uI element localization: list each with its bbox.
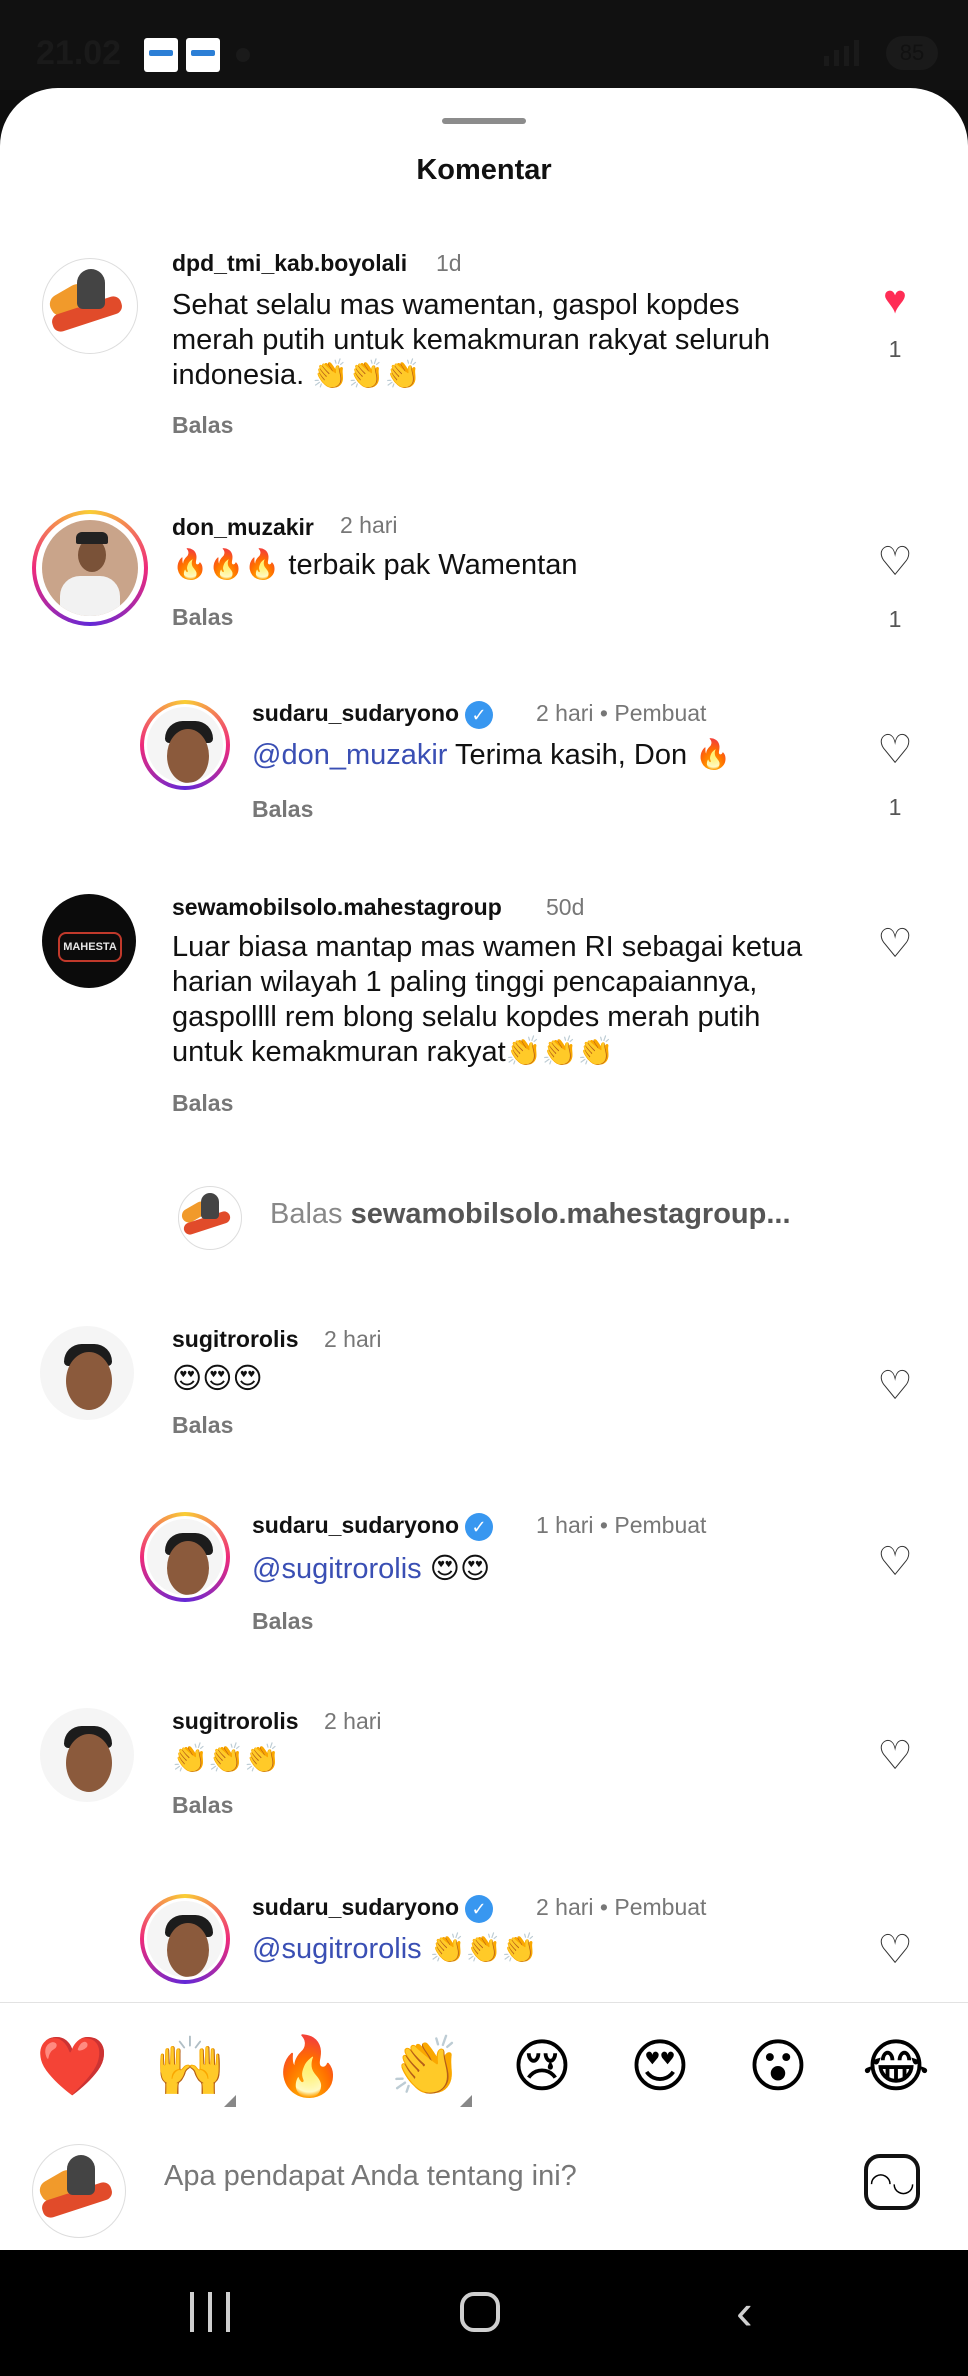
- like-count: 1: [888, 606, 902, 632]
- reply-button[interactable]: Balas: [172, 1412, 233, 1439]
- comment-text: Sehat selalu mas wamentan, gaspol kopdes…: [172, 289, 771, 391]
- reaction-clapping[interactable]: 👏: [390, 2033, 472, 2107]
- avatar[interactable]: [42, 520, 138, 616]
- comment-text: @sugitrorolis 👏👏👏: [252, 1933, 539, 1965]
- notification-icon: [144, 38, 178, 72]
- comment-input-bar: Apa pendapat Anda tentang ini? ◠◡: [0, 2122, 968, 2250]
- story-ring[interactable]: [140, 1512, 230, 1602]
- comment-time: 1 hari • Pembuat: [536, 1512, 707, 1538]
- comment-username[interactable]: sewamobilsolo.mahestagroup: [172, 894, 502, 921]
- reply-button[interactable]: Balas: [252, 1608, 313, 1635]
- like-count: 1: [888, 794, 902, 820]
- comment-text: 😍😍😍: [172, 1363, 263, 1395]
- comment-username[interactable]: dpd_tmi_kab.boyolali: [172, 250, 407, 277]
- comment-text: @sugitrorolis 😍😍: [252, 1553, 491, 1585]
- heart-icon[interactable]: ♡: [874, 730, 916, 770]
- reply-button[interactable]: Balas: [252, 796, 313, 823]
- avatar: [32, 2144, 126, 2238]
- sticker-icon[interactable]: ◠◡: [864, 2154, 920, 2210]
- avatar: [178, 1186, 242, 1250]
- story-ring[interactable]: [140, 700, 230, 790]
- reaction-crying[interactable]: 😢: [508, 2033, 576, 2101]
- home-icon[interactable]: [460, 2292, 500, 2332]
- story-ring[interactable]: [140, 1894, 230, 1984]
- verified-badge-icon: ✓: [465, 1512, 494, 1541]
- comment-input[interactable]: Apa pendapat Anda tentang ini?: [164, 2160, 577, 2193]
- reaction-fire[interactable]: 🔥: [272, 2033, 344, 2101]
- back-icon[interactable]: ‹: [736, 2287, 780, 2337]
- reaction-laughing[interactable]: 😂: [862, 2033, 930, 2101]
- heart-icon[interactable]: ♡: [874, 1930, 916, 1970]
- verified-badge-icon: ✓: [465, 700, 494, 729]
- comment-username[interactable]: don_muzakir: [172, 514, 314, 541]
- avatar[interactable]: [40, 1708, 134, 1802]
- reaction-raised-hands[interactable]: 🙌: [154, 2033, 236, 2107]
- reaction-surprised[interactable]: 😮: [744, 2033, 812, 2101]
- comment-username[interactable]: sugitrorolis: [172, 1708, 299, 1735]
- comment-text: 👏👏👏: [172, 1743, 281, 1775]
- heart-icon[interactable]: ♡: [874, 924, 916, 964]
- avatar[interactable]: [147, 1901, 223, 1977]
- reply-button[interactable]: Balas: [172, 1792, 233, 1819]
- emoji-reactions-bar: ❤️ 🙌 🔥 👏 😢 😍 😮 😂: [0, 2002, 968, 2123]
- reaction-heart-eyes[interactable]: 😍: [626, 2033, 694, 2101]
- like-count: 1: [888, 336, 902, 362]
- recent-apps-icon[interactable]: [190, 2292, 232, 2332]
- reply-button[interactable]: Balas: [172, 604, 233, 631]
- reaction-heart[interactable]: ❤️: [36, 2033, 108, 2101]
- verified-badge-icon: ✓: [465, 1894, 494, 1923]
- avatar[interactable]: MAHESTA: [42, 894, 136, 988]
- story-ring[interactable]: [32, 510, 148, 626]
- avatar[interactable]: [40, 1326, 134, 1420]
- reply-button[interactable]: Balas: [172, 412, 233, 439]
- notification-icon: [186, 38, 220, 72]
- system-nav-bar: ‹: [0, 2250, 968, 2376]
- sheet-title: Komentar: [416, 154, 552, 186]
- heart-icon[interactable]: ♡: [874, 1542, 916, 1582]
- comments-sheet: Komentar dpd_tmi_kab.boyolali 1d Sehat s…: [0, 88, 968, 2250]
- heart-icon[interactable]: ♡: [874, 542, 916, 582]
- comment-time: 50d: [546, 894, 585, 920]
- status-time: 21.02: [36, 34, 122, 72]
- battery-indicator: 85: [886, 36, 938, 70]
- avatar[interactable]: [42, 258, 138, 354]
- status-bar: 21.02 85: [0, 0, 968, 90]
- comment-username[interactable]: sugitrorolis: [172, 1326, 299, 1353]
- mention-link[interactable]: @don_muzakir: [252, 739, 447, 771]
- notification-dot-icon: [236, 48, 250, 62]
- comment-time: 1d: [436, 250, 462, 276]
- heart-icon[interactable]: ♡: [874, 1366, 916, 1406]
- comment-username[interactable]: sudaru_sudaryono ✓: [252, 1512, 494, 1541]
- mention-link[interactable]: @sugitrorolis: [252, 1933, 422, 1965]
- drag-handle[interactable]: [442, 118, 526, 124]
- comment-username[interactable]: sudaru_sudaryono ✓: [252, 1894, 494, 1923]
- mention-link[interactable]: @sugitrorolis: [252, 1553, 422, 1585]
- signal-icon: [824, 40, 859, 66]
- reply-prompt-text[interactable]: Balas sewamobilsolo.mahestagroup...: [270, 1198, 791, 1231]
- avatar[interactable]: [147, 707, 223, 783]
- comment-text: 🔥🔥🔥 terbaik pak Wamentan: [172, 549, 578, 581]
- comment-text: @don_muzakir Terima kasih, Don 🔥: [252, 739, 732, 771]
- comment-time: 2 hari: [324, 1326, 382, 1352]
- comment-text: Luar biasa mantap mas wamen RI sebagai k…: [172, 931, 803, 1068]
- comment-time: 2 hari • Pembuat: [536, 700, 707, 726]
- reply-button[interactable]: Balas: [172, 1090, 233, 1117]
- heart-icon[interactable]: ♥: [874, 280, 916, 320]
- heart-icon[interactable]: ♡: [874, 1736, 916, 1776]
- comment-time: 2 hari: [340, 512, 398, 538]
- comment-username[interactable]: sudaru_sudaryono ✓: [252, 700, 494, 729]
- comment-time: 2 hari • Pembuat: [536, 1894, 707, 1920]
- avatar[interactable]: [147, 1519, 223, 1595]
- comment-time: 2 hari: [324, 1708, 382, 1734]
